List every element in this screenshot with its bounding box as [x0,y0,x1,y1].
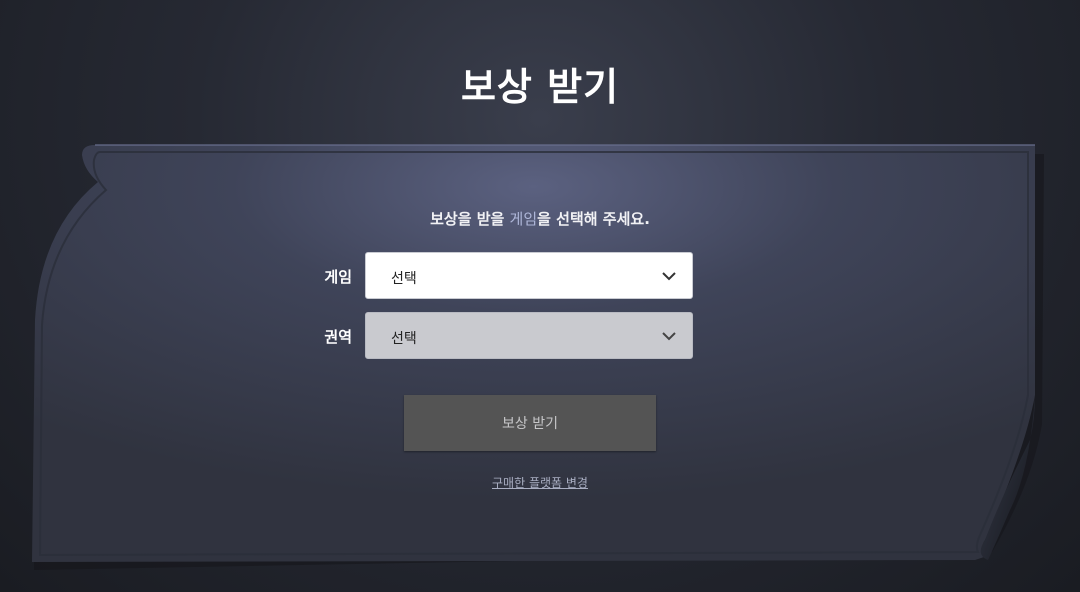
page: 보상 받기 보상을 받을 게임을 선택해 주세요. 게임 선택 권역 선택 보상… [0,0,1080,592]
region-field-row: 권역 선택 [300,312,700,362]
region-label: 권역 [324,328,352,346]
game-label: 게임 [324,268,352,286]
change-platform-link[interactable]: 구매한 플랫폼 변경 [492,476,588,490]
instruction-highlight: 게임 [509,210,538,228]
instruction-suffix: 을 선택해 주세요. [537,210,650,228]
region-select[interactable]: 선택 [365,312,693,359]
instruction-text: 보상을 받을 게임을 선택해 주세요. [0,208,1080,229]
change-platform-row: 구매한 플랫폼 변경 [0,472,1080,491]
game-select[interactable]: 선택 [365,252,693,299]
game-select-value: 선택 [391,271,417,287]
claim-reward-button[interactable]: 보상 받기 [404,395,656,451]
instruction-prefix: 보상을 받을 [430,210,510,228]
chevron-down-icon [662,332,676,341]
region-select-value: 선택 [391,331,417,347]
chevron-down-icon [662,272,676,281]
game-field-row: 게임 선택 [300,252,700,302]
